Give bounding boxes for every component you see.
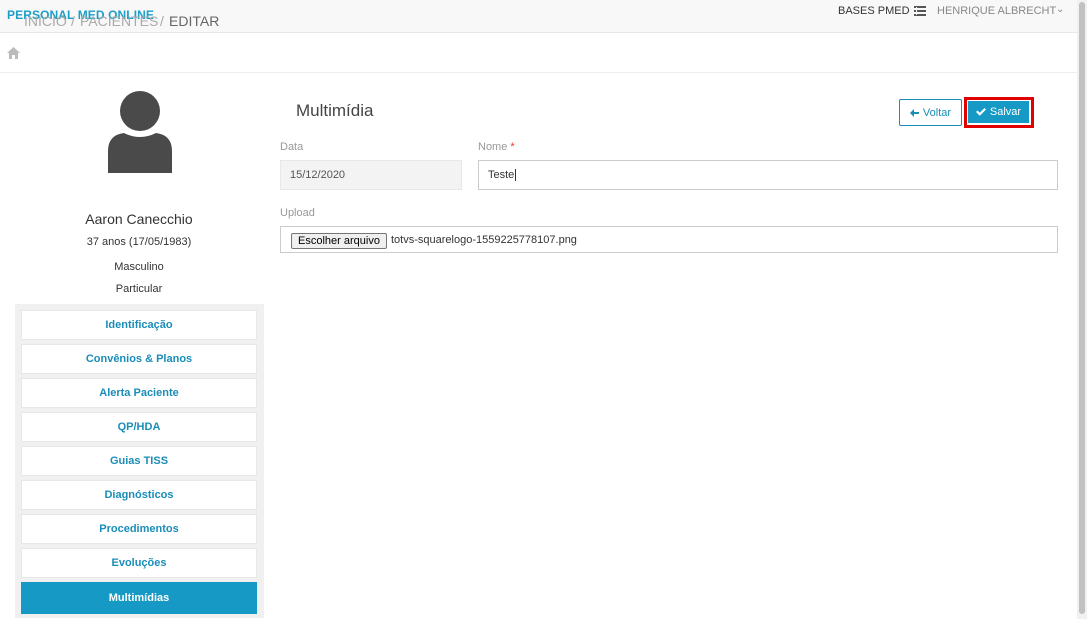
breadcrumb-current: EDITAR <box>169 13 220 29</box>
upload-field[interactable]: Escolher arquivo totvs-squarelogo-155922… <box>280 226 1058 253</box>
patient-sex: Masculino <box>114 261 164 273</box>
breadcrumb-home[interactable]: INÍCIO <box>24 13 67 29</box>
sidebar-item-guias-tiss[interactable]: Guias TISS <box>21 446 257 476</box>
home-icon[interactable] <box>7 47 20 59</box>
check-icon <box>975 108 986 116</box>
upload-label: Upload <box>280 207 315 219</box>
name-field[interactable]: Teste <box>478 160 1058 190</box>
breadcrumb-separator: / <box>160 13 164 29</box>
breadcrumb-separator: / <box>71 13 75 29</box>
sidebar-item-qp-hda[interactable]: QP/HDA <box>21 412 257 442</box>
sidebar-item-evolucoes[interactable]: Evoluções <box>21 548 257 578</box>
text-cursor <box>515 169 517 182</box>
date-label: Data <box>280 141 304 153</box>
back-button-label: Voltar <box>922 106 952 119</box>
breadcrumb-patients[interactable]: PACIENTES <box>80 13 158 29</box>
name-label-text: Nome <box>478 141 508 153</box>
sidebar-item-procedimentos[interactable]: Procedimentos <box>21 514 257 544</box>
name-label: Nome * <box>478 141 515 153</box>
patient-plan: Particular <box>115 283 163 295</box>
page-title: Multimídia <box>296 101 374 120</box>
sidebar-item-multimidias[interactable]: Multimídias <box>21 582 257 614</box>
selected-file-name: totvs-squarelogo-1559225778107.png <box>391 234 577 246</box>
avatar <box>104 91 176 175</box>
sidebar-item-convenios[interactable]: Convênios & Planos <box>21 344 257 374</box>
bases-menu[interactable]: BASES PMED <box>838 5 910 17</box>
save-button-label: Salvar <box>989 106 1022 118</box>
list-icon[interactable] <box>914 6 926 16</box>
chevron-down-icon[interactable]: ⌄ <box>1056 4 1064 15</box>
patient-age: 37 anos (17/05/1983) <box>86 236 192 248</box>
breadcrumb <box>0 33 1077 73</box>
date-field[interactable]: 15/12/2020 <box>280 160 462 190</box>
sidebar-item-alerta[interactable]: Alerta Paciente <box>21 378 257 408</box>
patient-name: Aaron Canecchio <box>85 211 193 227</box>
name-field-value: Teste <box>488 169 515 181</box>
sidebar-item-diagnosticos[interactable]: Diagnósticos <box>21 480 257 510</box>
back-button[interactable]: Voltar <box>899 99 962 126</box>
choose-file-button[interactable]: Escolher arquivo <box>291 233 387 249</box>
save-button[interactable]: Salvar <box>968 101 1029 123</box>
user-menu[interactable]: HENRIQUE ALBRECHT <box>937 5 1056 17</box>
arrow-left-icon <box>909 108 919 117</box>
sidebar-item-identificacao[interactable]: Identificação <box>21 310 257 340</box>
required-marker: * <box>510 141 515 153</box>
scrollbar-thumb[interactable] <box>1079 2 1085 614</box>
